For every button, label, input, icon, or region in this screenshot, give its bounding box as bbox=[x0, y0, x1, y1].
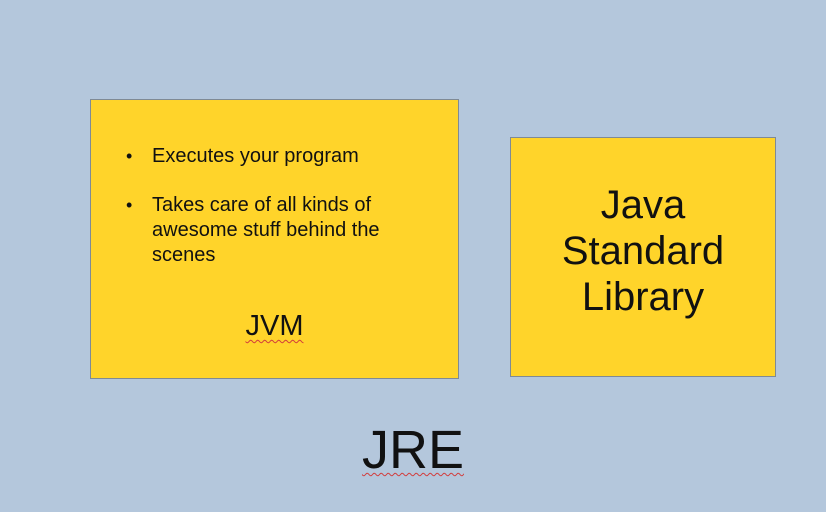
jvm-label-wrap: JVM bbox=[91, 308, 458, 344]
bullet-dot-icon: • bbox=[126, 146, 133, 166]
jre-label-wrap: JRE bbox=[0, 420, 826, 480]
jre-label: JRE bbox=[361, 420, 464, 480]
java-standard-library-box: Java Standard Library bbox=[510, 137, 776, 377]
bullet-item: • Executes your program bbox=[91, 144, 458, 169]
bullet-dot-icon: • bbox=[126, 195, 133, 215]
bullet-text: Takes care of all kinds of awesome stuff… bbox=[152, 194, 380, 266]
library-title-line: Library bbox=[581, 275, 705, 319]
library-title-line: Java bbox=[600, 183, 686, 227]
jvm-box: • Executes your program • Takes care of … bbox=[90, 99, 459, 379]
library-title: Java Standard Library bbox=[511, 182, 775, 320]
bullet-item: • Takes care of all kinds of awesome stu… bbox=[91, 193, 458, 268]
jvm-label: JVM bbox=[245, 310, 304, 342]
jvm-bullet-list: • Executes your program • Takes care of … bbox=[91, 144, 458, 292]
library-title-line: Standard bbox=[561, 229, 725, 273]
slide-canvas: • Executes your program • Takes care of … bbox=[0, 0, 826, 512]
bullet-text: Executes your program bbox=[152, 145, 359, 167]
